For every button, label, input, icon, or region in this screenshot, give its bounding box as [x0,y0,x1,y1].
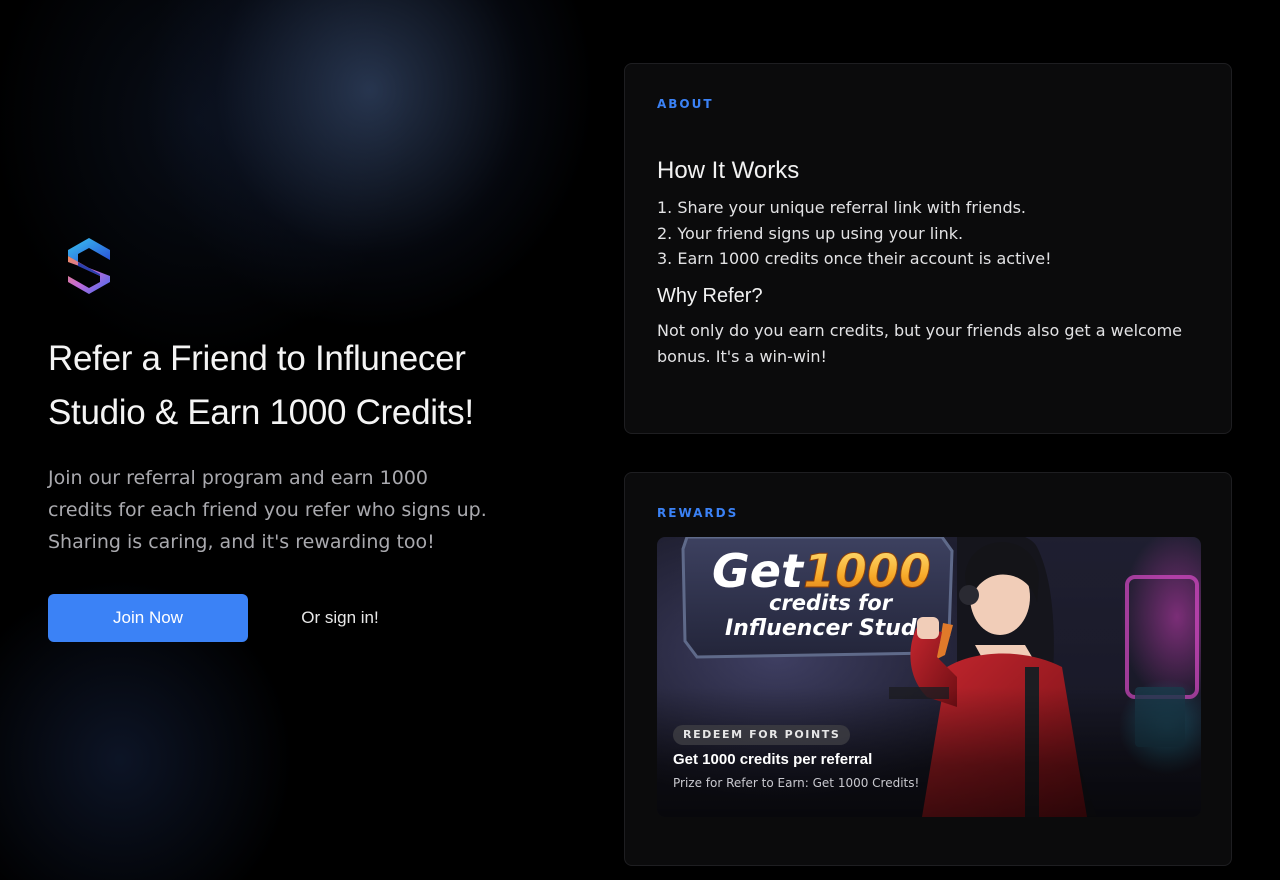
about-eyebrow: ABOUT [657,97,714,111]
hero-title: Refer a Friend to Influnecer Studio & Ea… [48,339,474,432]
referral-page: Refer a Friend to Influnecer Studio & Ea… [0,0,1280,880]
reward-banner[interactable]: Get 1000 credits for Influencer Studio R… [657,537,1201,817]
rewards-card: REWARDS Get 1000 credits for Influencer … [624,472,1232,866]
about-card: ABOUT How It Works 1. Share your unique … [624,63,1232,434]
list-item: 1. Share your unique referral link with … [657,198,1027,217]
how-it-works-heading: How It Works [657,157,800,184]
join-now-button[interactable]: Join Now [48,594,248,642]
banner-credits-text: credits for [769,591,894,615]
reward-subtitle: Prize for Refer to Earn: Get 1000 Credit… [673,776,920,790]
redeem-badge: REDEEM FOR POINTS [673,725,851,745]
hero-description: Join our referral program and earn 1000 … [48,467,487,553]
banner-get-text: Get [712,544,805,598]
reward-title: Get 1000 credits per referral [673,751,873,768]
rewards-eyebrow: REWARDS [657,506,739,520]
banner-amount-text: 1000 [803,544,931,598]
steps-list: 1. Share your unique referral link with … [657,195,1052,272]
list-item: 2. Your friend signs up using your link. [657,223,964,243]
why-refer-heading: Why Refer? [657,285,763,307]
list-item: 3. Earn 1000 credits once their account … [657,249,1052,268]
banner-studio-text: Influencer Studio [725,616,939,641]
influencer-studio-logo-icon [68,238,110,294]
sign-in-link[interactable]: Or sign in! [280,594,400,642]
why-refer-text: Not only do you earn credits, but your f… [657,321,1183,366]
